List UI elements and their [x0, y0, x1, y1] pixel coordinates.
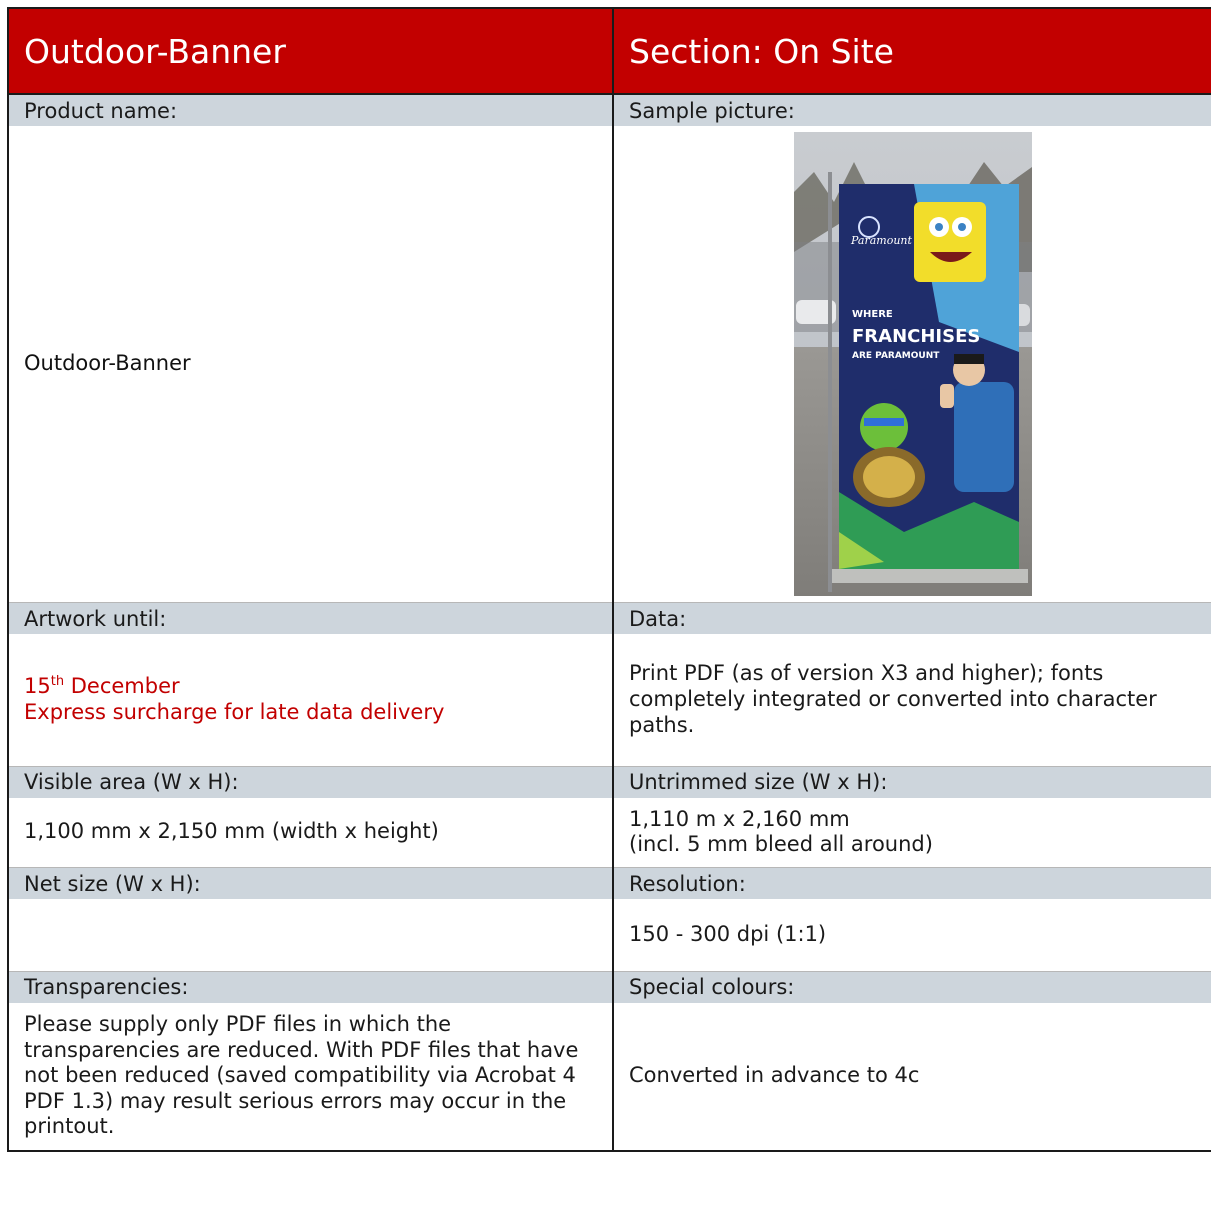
transparencies-label: Transparencies: [7, 971, 614, 1003]
artwork-value: 15th December Express surcharge for late… [7, 634, 614, 767]
data-label: Data: [612, 602, 1211, 634]
product-name-label: Product name: [7, 94, 614, 126]
section-title: Section: On Site [612, 7, 1211, 95]
special-colours-label: Special colours: [612, 971, 1211, 1003]
untrimmed-size-label: Untrimmed size (W x H): [612, 766, 1211, 798]
visible-area-label: Visible area (W x H): [7, 766, 614, 798]
value-row-net: 150 - 300 dpi (1:1) [7, 899, 1211, 972]
label-row-artwork: Artwork until: Data: [7, 602, 1211, 634]
net-size-label: Net size (W x H): [7, 867, 614, 899]
banner-headline-3: ARE PARAMOUNT [852, 351, 940, 361]
value-row-transparencies: Please supply only PDF files in which th… [7, 1002, 1211, 1152]
visible-area-value: 1,100 mm x 2,150 mm (width x height) [7, 797, 614, 868]
artwork-day-suffix: th [50, 674, 65, 690]
spec-table: Outdoor-Banner Section: On Site Product … [7, 7, 1211, 1152]
banner-headline-1: WHERE [852, 309, 893, 320]
sample-picture-image: Paramount WHERE FRANCHISES ARE PARAMOUNT [793, 132, 1032, 596]
product-title: Outdoor-Banner [7, 7, 614, 95]
value-row-product: Outdoor-Banner Paramount WHERE FRANCHISE… [7, 126, 1211, 603]
label-row-visible: Visible area (W x H): Untrimmed size (W … [7, 766, 1211, 798]
artwork-note: Express surcharge for late data delivery [24, 699, 445, 724]
banner-logo-text: Paramount [850, 234, 913, 247]
product-name-value: Outdoor-Banner [7, 126, 614, 603]
untrimmed-line-2: (incl. 5 mm bleed all around) [629, 832, 933, 857]
artwork-label: Artwork until: [7, 602, 614, 634]
label-row-net: Net size (W x H): Resolution: [7, 867, 1211, 899]
transparencies-value: Please supply only PDF files in which th… [7, 1002, 614, 1152]
title-row: Outdoor-Banner Section: On Site [7, 7, 1211, 95]
spec-sheet: Outdoor-Banner Section: On Site Product … [7, 7, 1211, 1152]
untrimmed-size-value: 1,110 m x 2,160 mm (incl. 5 mm bleed all… [612, 797, 1211, 868]
value-row-artwork: 15th December Express surcharge for late… [7, 634, 1211, 767]
data-value: Print PDF (as of version X3 and higher);… [612, 634, 1211, 767]
value-row-visible: 1,100 mm x 2,150 mm (width x height) 1,1… [7, 797, 1211, 868]
special-colours-value: Converted in advance to 4c [612, 1002, 1211, 1152]
label-row-transparencies: Transparencies: Special colours: [7, 971, 1211, 1003]
sample-picture-cell: Paramount WHERE FRANCHISES ARE PARAMOUNT [612, 126, 1211, 603]
untrimmed-line-1: 1,110 m x 2,160 mm [629, 806, 850, 831]
artwork-day: 15 [24, 674, 51, 699]
resolution-label: Resolution: [612, 867, 1211, 899]
artwork-month: December [64, 674, 180, 699]
banner-headline-2: FRANCHISES [852, 326, 980, 347]
net-size-value [7, 899, 614, 972]
sample-picture-label: Sample picture: [612, 94, 1211, 126]
label-row-product: Product name: Sample picture: [7, 94, 1211, 126]
resolution-value: 150 - 300 dpi (1:1) [612, 899, 1211, 972]
